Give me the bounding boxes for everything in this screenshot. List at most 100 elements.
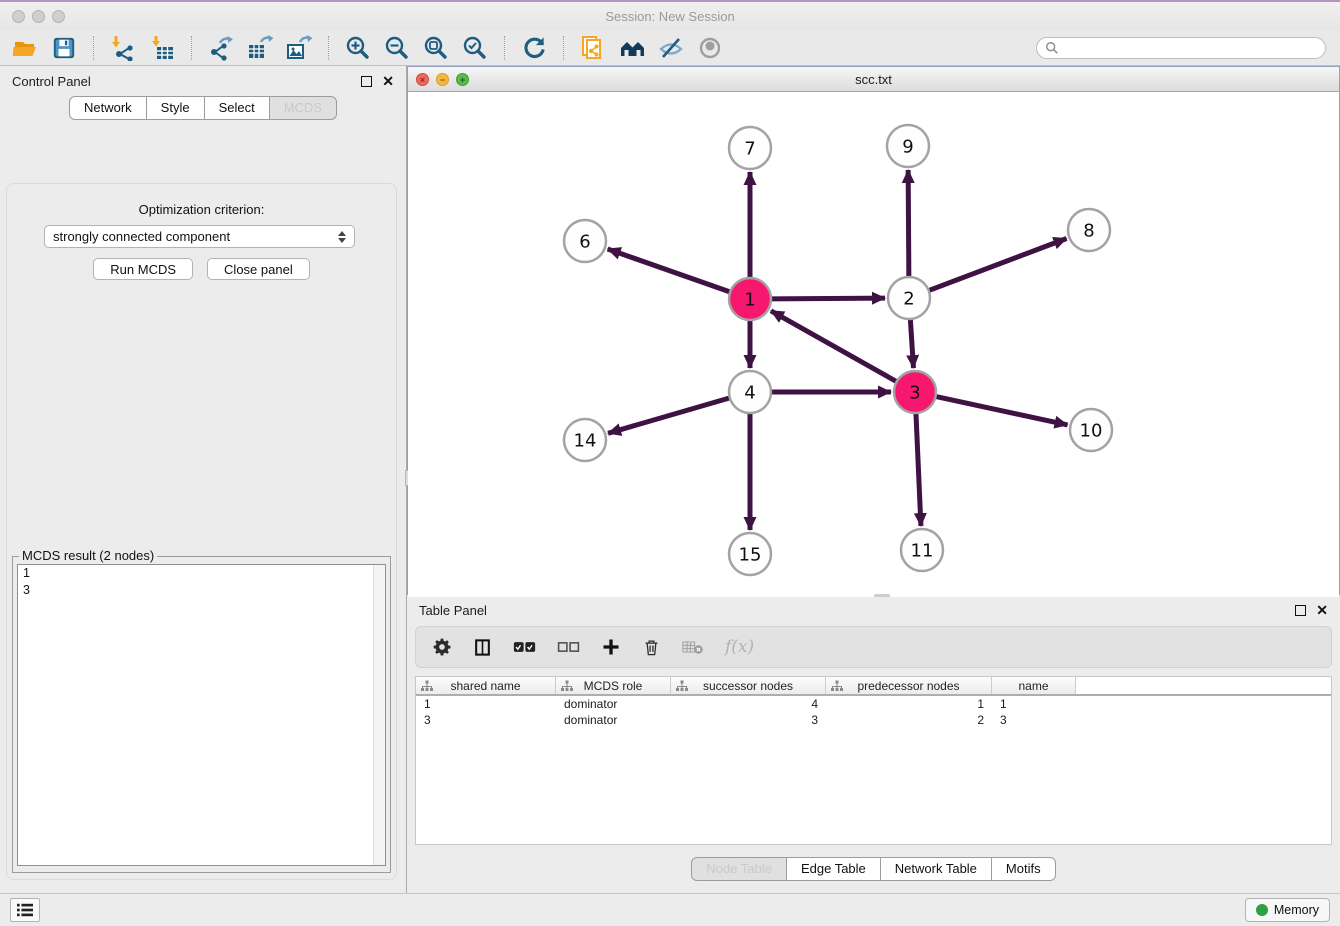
column-header-label: shared name bbox=[450, 679, 520, 693]
table-panel-float-button[interactable] bbox=[1295, 605, 1306, 616]
tab-node-table[interactable]: Node Table bbox=[691, 857, 787, 881]
node-label: 11 bbox=[911, 540, 934, 561]
show-graphics-details-button[interactable] bbox=[695, 34, 725, 62]
table-cell: 1 bbox=[416, 696, 556, 712]
create-column-button[interactable] bbox=[601, 637, 621, 657]
graph-node-6[interactable]: 6 bbox=[564, 220, 606, 262]
edge-2-3[interactable] bbox=[910, 319, 913, 368]
graph-node-15[interactable]: 15 bbox=[729, 533, 771, 575]
zoom-fit-button[interactable] bbox=[421, 34, 451, 62]
tab-select[interactable]: Select bbox=[204, 96, 270, 120]
import-network-button[interactable] bbox=[108, 34, 138, 62]
tab-network[interactable]: Network bbox=[69, 96, 147, 120]
select-all-icon bbox=[513, 639, 536, 655]
node-label: 6 bbox=[579, 231, 590, 252]
quick-search[interactable] bbox=[1036, 37, 1326, 59]
tab-motifs[interactable]: Motifs bbox=[991, 857, 1056, 881]
hide-labels-button[interactable] bbox=[656, 34, 686, 62]
mcds-result-textarea[interactable]: 13 bbox=[17, 564, 386, 866]
export-image-button[interactable] bbox=[284, 34, 314, 62]
column-type-icon bbox=[831, 680, 843, 692]
tab-mcds[interactable]: MCDS bbox=[269, 96, 337, 120]
gear-icon bbox=[432, 637, 452, 657]
zoom-out-button[interactable] bbox=[382, 34, 412, 62]
node-label: 2 bbox=[903, 288, 914, 309]
export-network-button[interactable] bbox=[206, 34, 236, 62]
zoom-in-button[interactable] bbox=[343, 34, 373, 62]
graph-node-2[interactable]: 2 bbox=[888, 277, 930, 319]
toolbar-separator bbox=[93, 36, 94, 60]
tab-style[interactable]: Style bbox=[146, 96, 205, 120]
edge-3-1[interactable] bbox=[771, 311, 897, 382]
optimization-criterion-select[interactable]: strongly connected component bbox=[44, 225, 355, 248]
search-icon bbox=[1045, 41, 1059, 55]
column-header-shared-name[interactable]: shared name bbox=[416, 677, 556, 694]
toolbar-separator bbox=[504, 36, 505, 60]
control-panel-close-button[interactable]: ✕ bbox=[382, 76, 394, 87]
control-panel-title: Control Panel bbox=[12, 74, 91, 89]
function-builder-button[interactable]: f(x) bbox=[725, 637, 754, 657]
edge-3-10[interactable] bbox=[936, 396, 1068, 425]
delete-table-button[interactable] bbox=[682, 638, 704, 656]
memory-button[interactable]: Memory bbox=[1245, 898, 1330, 922]
zoom-in-icon bbox=[345, 35, 371, 61]
control-panel: Control Panel ✕ NetworkStyleSelectMCDS O… bbox=[0, 66, 407, 893]
import-table-button[interactable] bbox=[147, 34, 177, 62]
graph-node-10[interactable]: 10 bbox=[1070, 409, 1112, 451]
table-panel: Table Panel ✕ bbox=[407, 597, 1340, 893]
network-canvas[interactable]: 7 9 6 8 1 2 4 3 14 10 15 11 bbox=[408, 92, 1339, 599]
graph-node-4[interactable]: 4 bbox=[729, 371, 771, 413]
edge-3-11[interactable] bbox=[916, 413, 921, 526]
node-label: 10 bbox=[1080, 420, 1103, 441]
save-session-button[interactable] bbox=[49, 34, 79, 62]
table-options-button[interactable] bbox=[432, 637, 452, 657]
graph-node-11[interactable]: 11 bbox=[901, 529, 943, 571]
graph-node-3[interactable]: 3 bbox=[894, 371, 936, 413]
edge-4-14[interactable] bbox=[608, 398, 730, 433]
main-toolbar bbox=[0, 30, 1340, 66]
apply-style-button[interactable] bbox=[519, 34, 549, 62]
node-label: 3 bbox=[909, 382, 920, 403]
export-table-button[interactable] bbox=[245, 34, 275, 62]
plus-icon bbox=[601, 637, 621, 657]
open-session-button[interactable] bbox=[10, 34, 40, 62]
close-panel-button[interactable]: Close panel bbox=[207, 258, 310, 280]
column-header-predecessor-nodes[interactable]: predecessor nodes bbox=[826, 677, 992, 694]
show-column-panel-button[interactable] bbox=[473, 638, 492, 657]
clone-network-button[interactable] bbox=[578, 34, 608, 62]
graph-node-1[interactable]: 1 bbox=[729, 278, 771, 320]
result-scrollbar[interactable] bbox=[373, 565, 385, 865]
column-header-successor-nodes[interactable]: successor nodes bbox=[671, 677, 826, 694]
graph-node-14[interactable]: 14 bbox=[564, 419, 606, 461]
run-mcds-button[interactable]: Run MCDS bbox=[93, 258, 193, 280]
column-header-name[interactable]: name bbox=[992, 677, 1076, 694]
table-panel-close-button[interactable]: ✕ bbox=[1316, 605, 1328, 616]
edge-2-9[interactable] bbox=[908, 170, 909, 277]
task-history-button[interactable] bbox=[10, 898, 40, 922]
zoom-selected-button[interactable] bbox=[460, 34, 490, 62]
show-all-networks-button[interactable] bbox=[617, 34, 647, 62]
table-cell: 1 bbox=[826, 696, 992, 712]
column-type-icon bbox=[676, 680, 688, 692]
tab-network-table[interactable]: Network Table bbox=[880, 857, 992, 881]
deselect-all-rows-button[interactable] bbox=[557, 639, 580, 655]
table-row[interactable]: 3dominator323 bbox=[416, 712, 1331, 728]
control-panel-float-button[interactable] bbox=[361, 76, 372, 87]
column-header-label: predecessor nodes bbox=[857, 679, 959, 693]
graph-node-7[interactable]: 7 bbox=[729, 127, 771, 169]
list-icon bbox=[16, 902, 34, 918]
edge-2-8[interactable] bbox=[929, 238, 1067, 290]
edge-1-6[interactable] bbox=[608, 249, 731, 292]
graph-node-9[interactable]: 9 bbox=[887, 125, 929, 167]
delete-column-button[interactable] bbox=[642, 638, 661, 657]
application-window: Session: New Session bbox=[0, 0, 1340, 926]
column-header-MCDS-role[interactable]: MCDS role bbox=[556, 677, 671, 694]
edge-1-2[interactable] bbox=[771, 298, 885, 299]
quick-search-input[interactable] bbox=[1064, 41, 1317, 55]
select-all-rows-button[interactable] bbox=[513, 639, 536, 655]
export-image-icon bbox=[286, 35, 312, 61]
graph-node-8[interactable]: 8 bbox=[1068, 209, 1110, 251]
table-row[interactable]: 1dominator411 bbox=[416, 696, 1331, 712]
network-graph[interactable]: 7 9 6 8 1 2 4 3 14 10 15 11 bbox=[408, 92, 1338, 594]
tab-edge-table[interactable]: Edge Table bbox=[786, 857, 881, 881]
